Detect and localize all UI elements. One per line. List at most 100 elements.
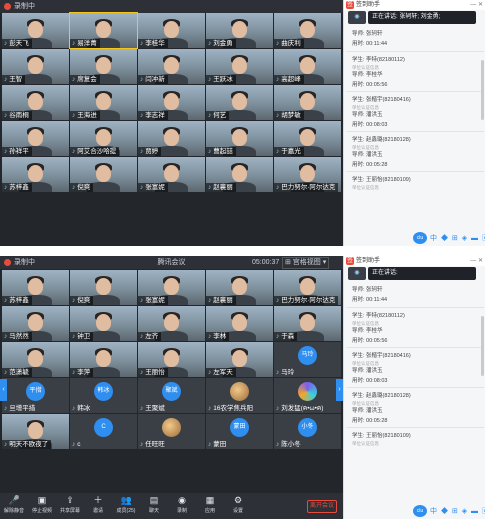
- members-button[interactable]: 👥 成员(25): [114, 495, 138, 514]
- participant-tile[interactable]: ♪ 曲庆利: [274, 13, 341, 48]
- participant-tile[interactable]: ♪ 王丽怡: [138, 342, 205, 377]
- participant-tile[interactable]: ♪ 李萍: [70, 342, 137, 377]
- participant-tile[interactable]: ♪ 任旺旺: [138, 414, 205, 449]
- participant-tile[interactable]: ♪ 刘金勇: [206, 13, 273, 48]
- participant-tile[interactable]: ♪ 谷雨桐: [2, 85, 69, 120]
- participant-tile[interactable]: ♪ 苏梓鑫: [2, 157, 69, 192]
- record-duration: 用时: 00:05:28: [352, 162, 388, 168]
- stop-video-icon: ▣: [37, 495, 47, 505]
- participant-tile[interactable]: ♪ 苏梓鑫: [2, 270, 69, 305]
- microphone-icon: ♪: [72, 184, 76, 191]
- participant-tile[interactable]: ♪ 贾婷: [138, 121, 205, 156]
- microphone-icon: ♪: [140, 112, 144, 119]
- input-method-toolbar[interactable]: 中 ◆ ⊞ ◈ ▬ ▣: [430, 233, 485, 243]
- participant-video-head: [28, 165, 43, 182]
- microphone-icon: ♪: [140, 76, 144, 83]
- participant-name: 阿艾合沙哈提: [77, 148, 117, 155]
- participant-tile[interactable]: ♪ 左齐: [138, 306, 205, 341]
- participant-tile[interactable]: ♪ 倪爽: [70, 157, 137, 192]
- record-button[interactable]: ◉ 录制: [170, 495, 194, 514]
- participant-tile[interactable]: ♪ 闫冲新: [138, 49, 205, 84]
- share-screen-label: 共享屏幕: [59, 508, 80, 514]
- participant-tile[interactable]: ♪ 李志祥: [138, 85, 205, 120]
- participant-tile[interactable]: ♪ 李林: [206, 306, 273, 341]
- panel-window-controls[interactable]: — ✕: [470, 256, 483, 266]
- panel-window-controls[interactable]: — ✕: [470, 0, 483, 10]
- participant-tile[interactable]: C ♪ c: [70, 414, 137, 449]
- unmute-button[interactable]: 🎤 解除静音: [2, 495, 26, 514]
- record-icon: ◉: [178, 495, 186, 505]
- participant-tile[interactable]: ♪ 16农学焦兵阳: [206, 378, 273, 413]
- participant-tile[interactable]: ♪ 易洋菁: [69, 12, 138, 49]
- participant-video-head: [232, 93, 247, 110]
- record-advisor-line: 导师: 潘洪玉: [352, 152, 383, 158]
- chat-button[interactable]: ▤ 聊天: [142, 495, 166, 514]
- panel-scrollbar[interactable]: [481, 60, 484, 120]
- participant-tile[interactable]: 平措 ♪ 旦增平措: [2, 378, 69, 413]
- participant-tile[interactable]: ♪ 巴力努尔·阿尔达克: [274, 157, 341, 192]
- share-screen-button[interactable]: ⇪ 共享屏幕: [58, 495, 82, 514]
- participant-tile[interactable]: ♪ 赵襄丽: [206, 270, 273, 305]
- participant-tile[interactable]: ♪ 阿艾合沙哈提: [70, 121, 137, 156]
- participant-tile[interactable]: ♪ 范潇毓: [2, 342, 69, 377]
- participant-tile[interactable]: ♪ 王跃冰: [206, 49, 273, 84]
- university-logo-icon: clu: [413, 232, 427, 244]
- participant-tile[interactable]: ♪ 马然然: [2, 306, 69, 341]
- participant-video-head: [164, 314, 179, 331]
- record-duration: 用时: 00:11:44: [352, 297, 388, 303]
- participant-video-head: [300, 278, 315, 295]
- participant-tile[interactable]: ♪ 何艺: [206, 85, 273, 120]
- invite-button[interactable]: ＋ 邀请: [86, 495, 110, 514]
- participant-name: 于嘉光: [281, 148, 301, 155]
- participant-tile[interactable]: ♪ 张富妮: [138, 157, 205, 192]
- microphone-icon: ♪: [4, 405, 8, 412]
- participant-tile[interactable]: ♪ 左军天: [206, 342, 273, 377]
- participant-tile[interactable]: ♪ 王海进: [70, 85, 137, 120]
- participant-tile[interactable]: ♪ 钟卫: [70, 306, 137, 341]
- participant-tile[interactable]: ♪ 王智: [2, 49, 69, 84]
- participant-name: 彭天飞: [9, 40, 29, 47]
- participant-name-tag: ♪ 席复会: [70, 75, 100, 84]
- participant-name-tag: ♪ 蒙田: [206, 440, 229, 449]
- next-page-arrow-icon[interactable]: ›: [336, 379, 343, 401]
- participant-tile[interactable]: ♪ 赵襄丽: [206, 157, 273, 192]
- participant-tile[interactable]: ♪ 巴力努尔·阿尔达克: [274, 270, 341, 305]
- participant-tile[interactable]: ♪ 明天不欧夜了: [2, 414, 69, 449]
- participant-tile[interactable]: ♪ 曹起喆: [206, 121, 273, 156]
- microphone-icon: ♪: [4, 40, 8, 47]
- participant-video-head: [232, 129, 247, 146]
- participant-tile[interactable]: ♪ 孙祥平: [2, 121, 69, 156]
- microphone-icon: ♪: [276, 184, 280, 191]
- record-primary-line: 学生: 赵鑫璐(82180128): [352, 137, 411, 143]
- input-method-toolbar[interactable]: 中 ◆ ⊞ ◈ ▬ ▣: [430, 506, 485, 516]
- participant-tile[interactable]: ♪ 倪爽: [70, 270, 137, 305]
- participant-name-tag: ♪ 曲庆利: [274, 39, 304, 48]
- participant-tile[interactable]: ♪ 席复会: [70, 49, 137, 84]
- participant-name: 张富妮: [145, 297, 165, 304]
- participant-name-tag: ♪ 范潇毓: [2, 368, 32, 377]
- previous-page-arrow-icon[interactable]: ‹: [0, 379, 7, 401]
- participant-video-head: [96, 129, 111, 146]
- participant-video-head: [164, 165, 179, 182]
- participant-tile[interactable]: 聚斌 ♪ 王聚斌: [138, 378, 205, 413]
- participant-tile[interactable]: ♪ 高超峰: [274, 49, 341, 84]
- participant-tile[interactable]: 马玲 ♪ 马玲: [274, 342, 341, 377]
- participant-tile[interactable]: ♪ 张富妮: [138, 270, 205, 305]
- stop-video-button[interactable]: ▣ 停止视频: [30, 495, 54, 514]
- participant-tile[interactable]: ♪ 李桂华: [138, 13, 205, 48]
- leave-meeting-button[interactable]: 离开会议: [307, 500, 337, 513]
- participant-tile[interactable]: ♪ 于森: [274, 306, 341, 341]
- participant-tile[interactable]: 蒙田 ♪ 蒙田: [206, 414, 273, 449]
- panel-scrollbar[interactable]: [481, 316, 484, 376]
- participant-tile[interactable]: ♪ 胡梦敏: [274, 85, 341, 120]
- participant-tile[interactable]: ♪ 彭天飞: [2, 13, 69, 48]
- participant-tile[interactable]: ♪ 于嘉光: [274, 121, 341, 156]
- participant-tile[interactable]: 韩冰 ♪ 韩冰: [70, 378, 137, 413]
- participant-tile[interactable]: 小冬 ♪ 陈小冬: [274, 414, 341, 449]
- apps-button[interactable]: ▦ 应用: [198, 495, 222, 514]
- unmute-icon: 🎤: [8, 495, 20, 505]
- grid-view-button[interactable]: ⊞ 宫格视图 ▾: [282, 257, 330, 269]
- participant-tile[interactable]: ♪ 刘发猛(ฅ•ω•ฅ): [274, 378, 341, 413]
- settings-button[interactable]: ⚙ 设置: [226, 495, 250, 514]
- participant-name-tag: ♪ 苏梓鑫: [2, 183, 32, 192]
